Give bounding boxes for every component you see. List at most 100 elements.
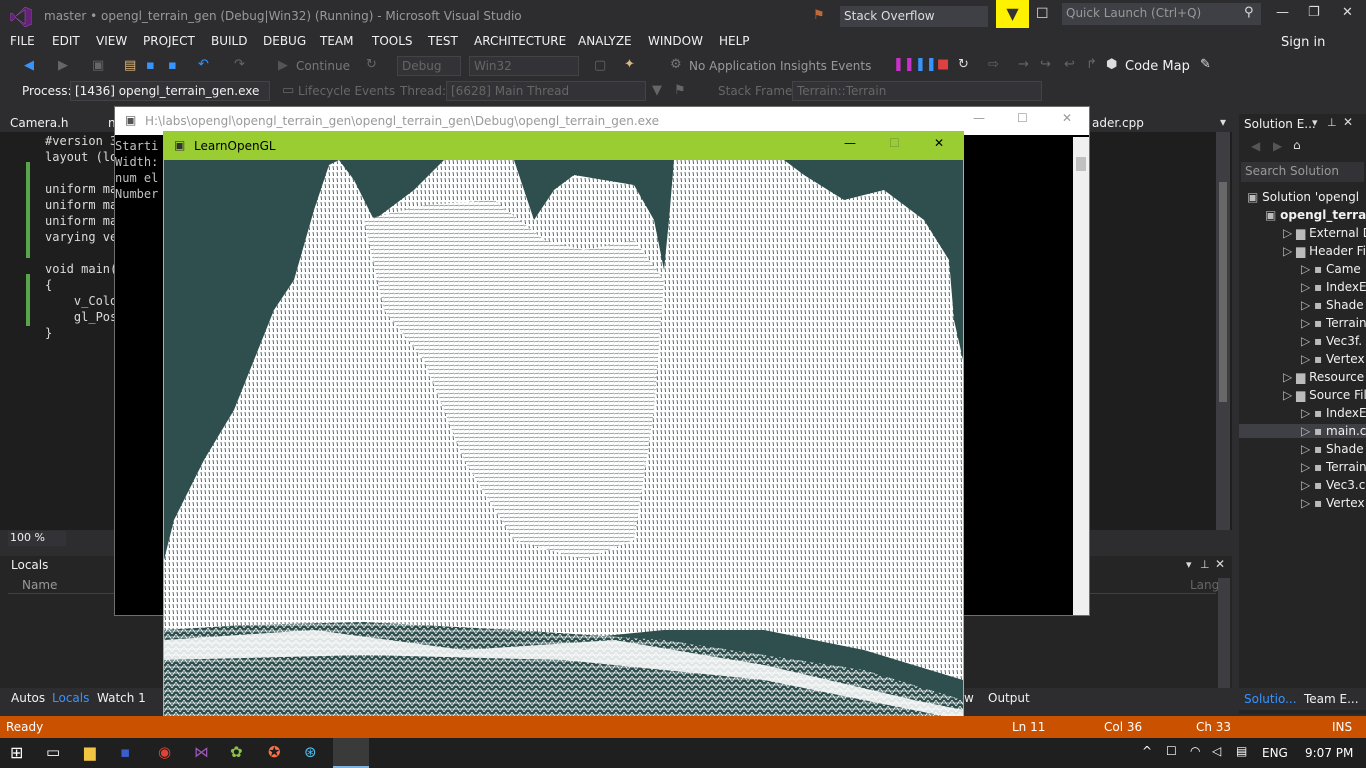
process-dropdown[interactable]: [1436] opengl_terrain_gen.exe [70,81,270,101]
tab-camera-h[interactable]: Camera.h [10,116,69,130]
attach-icon[interactable]: ▢ [594,58,606,73]
solution-tree-item[interactable]: ▷ ▆ Source Fil [1283,388,1366,402]
app-icon-2[interactable]: ✪ [268,743,281,761]
continue-button[interactable]: Continue [296,59,350,73]
code-map-button[interactable]: Code Map [1125,59,1190,74]
tab-watch-1[interactable]: Watch 1 [97,691,146,705]
tab-overflow-icon[interactable]: ▾ [1220,115,1226,129]
solution-tree-item[interactable]: ▷ ▪ Came [1301,262,1361,276]
filter-thread-icon[interactable]: ▼ [652,83,662,98]
start-icon[interactable]: ⊞ [10,743,23,762]
volume-icon[interactable]: ◁ [1212,744,1221,758]
step-out-icon[interactable]: ↩ [1064,57,1075,72]
open-file-icon[interactable]: ▤ [124,58,136,73]
lifecycle-events-button[interactable]: Lifecycle Events [298,84,395,98]
scrollbar-thumb[interactable] [1219,182,1227,402]
forward-icon[interactable]: ▶ [58,58,68,73]
menu-debug[interactable]: DEBUG [263,34,306,48]
tab-solution-explorer[interactable]: Solutio... [1244,692,1297,706]
code-map-icon[interactable]: ⬢ [1106,57,1117,72]
solution-tree-item[interactable]: ▷ ▆ External D [1283,226,1366,240]
solution-tree-item[interactable]: ▷ ▆ Resource [1283,370,1364,384]
clock[interactable]: 9:07 PM [1305,746,1353,760]
panel-menu-icon[interactable]: ▾ [1186,558,1192,571]
menu-help[interactable]: HELP [719,34,750,48]
console-taskbar-icon[interactable] [333,738,369,768]
tray-chevron-icon[interactable]: ^ [1142,744,1152,758]
menu-window[interactable]: WINDOW [648,34,703,48]
step-into-icon[interactable]: → [1018,57,1029,72]
solution-tree-item[interactable]: ▷ ▪ Vertex [1301,352,1365,366]
solution-tree-item[interactable]: ▷ ▪ IndexE [1301,406,1366,420]
tab-output[interactable]: Output [988,691,1030,705]
search-icon[interactable]: ⚲ [1244,5,1254,20]
close-icon[interactable]: ✕ [1342,5,1353,20]
save-icon[interactable]: ▪ [146,58,155,73]
locals-scrollbar[interactable] [1218,578,1230,688]
opengl-window[interactable]: ▣ LearnOpenGL — ☐ ✕ [163,131,964,739]
step-icon[interactable]: ↱ [1086,57,1097,72]
menu-analyze[interactable]: ANALYZE [578,34,632,48]
solution-tree-item[interactable]: ▷ ▪ Vec3f. [1301,334,1362,348]
maximize-icon[interactable]: ☐ [889,136,900,150]
minimize-icon[interactable]: — [973,111,985,125]
forward-icon[interactable]: ▶ [1273,139,1282,153]
solution-tree-item[interactable]: ▷ ▪ Vec3.c [1301,478,1365,492]
solution-tree-item[interactable]: ▷ ▪ main.c [1239,424,1366,438]
language-indicator[interactable]: ENG [1262,746,1288,760]
sign-in-link[interactable]: Sign in [1281,35,1325,50]
chrome-icon[interactable]: ◉ [158,743,171,761]
back-icon[interactable]: ◀ [1251,139,1260,153]
insights-label[interactable]: No Application Insights Events [689,59,871,73]
restart-debug-icon[interactable]: ↻ [958,57,969,72]
tab-locals[interactable]: Locals [52,691,89,705]
close-icon[interactable]: ✕ [1062,111,1072,125]
search-scope-box[interactable]: Stack Overflow [840,6,988,27]
column-type[interactable]: Lang [1190,578,1219,592]
thread-dropdown[interactable]: [6628] Main Thread [446,81,646,101]
stop-icon[interactable]: ■ [937,57,949,72]
solution-tree-item[interactable]: ▣ Solution 'opengl [1247,190,1359,204]
close-panel-icon[interactable]: ✕ [1215,557,1225,571]
continue-icon[interactable]: ▶ [278,58,288,73]
network-icon[interactable]: ☐ [1166,744,1177,758]
solution-tree-item[interactable]: ▷ ▪ Terrain [1301,316,1366,330]
solution-tree-item[interactable]: ▷ ▆ Header Fi [1283,244,1366,258]
new-project-icon[interactable]: ▣ [92,58,104,73]
undo-icon[interactable]: ↶ [198,57,209,72]
solution-tree-item[interactable]: ▷ ▪ Terrain [1301,460,1366,474]
menu-tools[interactable]: TOOLS [372,34,413,48]
step-over-icon[interactable]: ↪ [1040,57,1051,72]
maximize-icon[interactable]: ☐ [1017,111,1028,125]
panel-menu-icon[interactable]: ▾ [1312,116,1318,129]
zoom-dropdown[interactable]: 100 % [8,531,66,546]
menu-test[interactable]: TEST [428,34,458,48]
restore-icon[interactable]: ❐ [1308,5,1320,20]
solution-tree-item[interactable]: ▷ ▪ IndexE [1301,280,1366,294]
tools-icon[interactable]: ✎ [1200,57,1211,72]
minimize-icon[interactable]: — [844,136,856,150]
feedback-icon[interactable]: ☐ [1036,6,1049,22]
solution-tree-item[interactable]: ▷ ▪ Shade [1301,298,1364,312]
tab-team-explorer[interactable]: Team E... [1304,692,1359,706]
close-panel-icon[interactable]: ✕ [1343,115,1353,129]
close-icon[interactable]: ✕ [934,136,944,150]
config-dropdown[interactable]: Debug [397,56,461,76]
menu-file[interactable]: FILE [10,34,35,48]
pin-icon[interactable]: ⊥ [1200,558,1210,571]
solution-tree-item[interactable]: ▷ ▪ Vertex [1301,496,1365,510]
app-icon-1[interactable]: ✿ [230,743,243,761]
save-app-icon[interactable]: ▪ [120,743,130,761]
find-icon[interactable]: ✦ [624,57,635,72]
flag-thread-icon[interactable]: ⚑ [674,83,686,98]
quick-launch-input[interactable]: Quick Launch (Ctrl+Q) [1062,3,1261,25]
solution-tree-item[interactable]: ▷ ▪ Shade [1301,442,1364,456]
menu-build[interactable]: BUILD [211,34,247,48]
home-icon[interactable]: ⌂ [1293,138,1301,152]
pause-icon[interactable]: ❚❚ [915,57,937,72]
column-name[interactable]: Name [22,578,57,592]
action-center-icon[interactable]: ▤ [1236,744,1247,758]
tab-autos[interactable]: Autos [11,691,45,705]
save-all-icon[interactable]: ▪ [168,58,177,73]
stack-frame-dropdown[interactable]: Terrain::Terrain [792,81,1042,101]
